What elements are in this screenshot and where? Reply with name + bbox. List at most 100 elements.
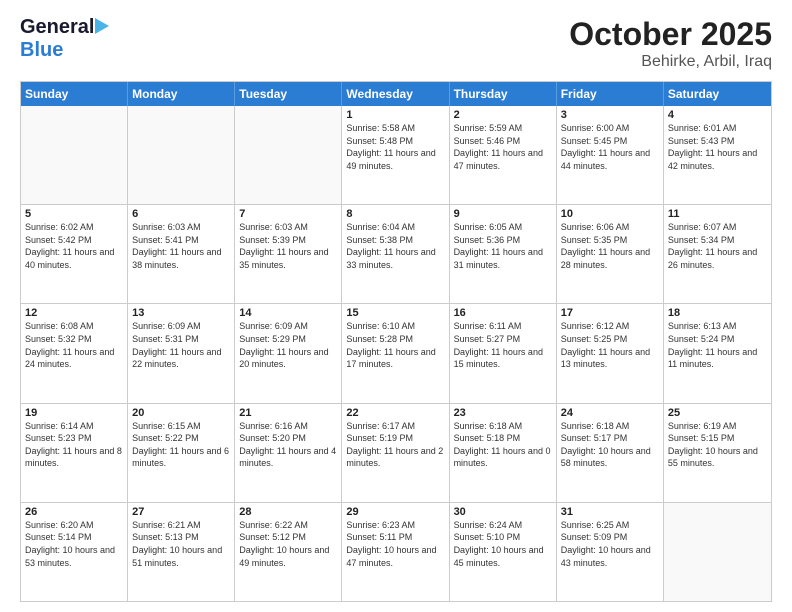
day-info: Sunrise: 6:01 AM Sunset: 5:43 PM Dayligh…	[668, 122, 767, 172]
calendar-week-2: 5Sunrise: 6:02 AM Sunset: 5:42 PM Daylig…	[21, 205, 771, 304]
calendar-cell: 2Sunrise: 5:59 AM Sunset: 5:46 PM Daylig…	[450, 106, 557, 204]
day-number: 12	[25, 307, 123, 319]
calendar-cell: 31Sunrise: 6:25 AM Sunset: 5:09 PM Dayli…	[557, 503, 664, 601]
calendar-cell: 30Sunrise: 6:24 AM Sunset: 5:10 PM Dayli…	[450, 503, 557, 601]
day-number: 21	[239, 407, 337, 419]
header: General Blue October 2025 Behirke, Arbil…	[20, 16, 772, 71]
calendar-cell: 19Sunrise: 6:14 AM Sunset: 5:23 PM Dayli…	[21, 404, 128, 502]
calendar-cell	[21, 106, 128, 204]
day-number: 3	[561, 109, 659, 121]
calendar-cell: 29Sunrise: 6:23 AM Sunset: 5:11 PM Dayli…	[342, 503, 449, 601]
calendar-cell: 28Sunrise: 6:22 AM Sunset: 5:12 PM Dayli…	[235, 503, 342, 601]
calendar-cell: 21Sunrise: 6:16 AM Sunset: 5:20 PM Dayli…	[235, 404, 342, 502]
day-number: 13	[132, 307, 230, 319]
calendar-cell: 6Sunrise: 6:03 AM Sunset: 5:41 PM Daylig…	[128, 205, 235, 303]
calendar-cell: 27Sunrise: 6:21 AM Sunset: 5:13 PM Dayli…	[128, 503, 235, 601]
calendar-week-1: 1Sunrise: 5:58 AM Sunset: 5:48 PM Daylig…	[21, 106, 771, 205]
day-info: Sunrise: 6:09 AM Sunset: 5:29 PM Dayligh…	[239, 320, 337, 370]
calendar-cell: 23Sunrise: 6:18 AM Sunset: 5:18 PM Dayli…	[450, 404, 557, 502]
calendar-week-3: 12Sunrise: 6:08 AM Sunset: 5:32 PM Dayli…	[21, 304, 771, 403]
logo-general-text: General	[20, 16, 94, 39]
day-info: Sunrise: 6:02 AM Sunset: 5:42 PM Dayligh…	[25, 221, 123, 271]
weekday-header-thursday: Thursday	[450, 82, 557, 106]
day-info: Sunrise: 6:05 AM Sunset: 5:36 PM Dayligh…	[454, 221, 552, 271]
day-info: Sunrise: 6:21 AM Sunset: 5:13 PM Dayligh…	[132, 519, 230, 569]
calendar-cell: 1Sunrise: 5:58 AM Sunset: 5:48 PM Daylig…	[342, 106, 449, 204]
day-number: 4	[668, 109, 767, 121]
calendar-cell: 15Sunrise: 6:10 AM Sunset: 5:28 PM Dayli…	[342, 304, 449, 402]
calendar-cell: 11Sunrise: 6:07 AM Sunset: 5:34 PM Dayli…	[664, 205, 771, 303]
day-number: 19	[25, 407, 123, 419]
day-number: 2	[454, 109, 552, 121]
logo-blue-text: Blue	[20, 39, 63, 62]
day-number: 5	[25, 208, 123, 220]
day-number: 31	[561, 506, 659, 518]
weekday-header-tuesday: Tuesday	[235, 82, 342, 106]
calendar-cell: 4Sunrise: 6:01 AM Sunset: 5:43 PM Daylig…	[664, 106, 771, 204]
day-number: 23	[454, 407, 552, 419]
calendar-cell: 10Sunrise: 6:06 AM Sunset: 5:35 PM Dayli…	[557, 205, 664, 303]
day-info: Sunrise: 6:15 AM Sunset: 5:22 PM Dayligh…	[132, 420, 230, 470]
day-number: 27	[132, 506, 230, 518]
day-info: Sunrise: 6:07 AM Sunset: 5:34 PM Dayligh…	[668, 221, 767, 271]
day-number: 8	[346, 208, 444, 220]
day-number: 30	[454, 506, 552, 518]
day-info: Sunrise: 6:14 AM Sunset: 5:23 PM Dayligh…	[25, 420, 123, 470]
day-info: Sunrise: 6:09 AM Sunset: 5:31 PM Dayligh…	[132, 320, 230, 370]
logo-arrow-icon	[95, 18, 109, 34]
day-info: Sunrise: 6:10 AM Sunset: 5:28 PM Dayligh…	[346, 320, 444, 370]
day-number: 17	[561, 307, 659, 319]
calendar-week-5: 26Sunrise: 6:20 AM Sunset: 5:14 PM Dayli…	[21, 503, 771, 601]
day-number: 14	[239, 307, 337, 319]
day-number: 10	[561, 208, 659, 220]
day-number: 6	[132, 208, 230, 220]
weekday-header-friday: Friday	[557, 82, 664, 106]
day-info: Sunrise: 6:24 AM Sunset: 5:10 PM Dayligh…	[454, 519, 552, 569]
calendar-header: SundayMondayTuesdayWednesdayThursdayFrid…	[21, 82, 771, 106]
calendar-body: 1Sunrise: 5:58 AM Sunset: 5:48 PM Daylig…	[21, 106, 771, 601]
day-number: 24	[561, 407, 659, 419]
day-info: Sunrise: 5:58 AM Sunset: 5:48 PM Dayligh…	[346, 122, 444, 172]
day-info: Sunrise: 6:08 AM Sunset: 5:32 PM Dayligh…	[25, 320, 123, 370]
weekday-header-wednesday: Wednesday	[342, 82, 449, 106]
day-info: Sunrise: 6:11 AM Sunset: 5:27 PM Dayligh…	[454, 320, 552, 370]
day-number: 25	[668, 407, 767, 419]
day-info: Sunrise: 6:06 AM Sunset: 5:35 PM Dayligh…	[561, 221, 659, 271]
day-info: Sunrise: 6:16 AM Sunset: 5:20 PM Dayligh…	[239, 420, 337, 470]
day-number: 28	[239, 506, 337, 518]
title-section: October 2025 Behirke, Arbil, Iraq	[569, 16, 772, 71]
day-number: 9	[454, 208, 552, 220]
calendar-cell: 26Sunrise: 6:20 AM Sunset: 5:14 PM Dayli…	[21, 503, 128, 601]
calendar-cell: 14Sunrise: 6:09 AM Sunset: 5:29 PM Dayli…	[235, 304, 342, 402]
location: Behirke, Arbil, Iraq	[569, 53, 772, 71]
calendar-cell: 24Sunrise: 6:18 AM Sunset: 5:17 PM Dayli…	[557, 404, 664, 502]
month-title: October 2025	[569, 16, 772, 53]
weekday-header-sunday: Sunday	[21, 82, 128, 106]
weekday-header-monday: Monday	[128, 82, 235, 106]
day-info: Sunrise: 6:18 AM Sunset: 5:17 PM Dayligh…	[561, 420, 659, 470]
day-number: 1	[346, 109, 444, 121]
day-number: 7	[239, 208, 337, 220]
day-info: Sunrise: 6:17 AM Sunset: 5:19 PM Dayligh…	[346, 420, 444, 470]
day-info: Sunrise: 6:03 AM Sunset: 5:41 PM Dayligh…	[132, 221, 230, 271]
day-info: Sunrise: 6:03 AM Sunset: 5:39 PM Dayligh…	[239, 221, 337, 271]
day-number: 15	[346, 307, 444, 319]
day-number: 22	[346, 407, 444, 419]
day-info: Sunrise: 6:20 AM Sunset: 5:14 PM Dayligh…	[25, 519, 123, 569]
day-info: Sunrise: 6:19 AM Sunset: 5:15 PM Dayligh…	[668, 420, 767, 470]
calendar-cell: 5Sunrise: 6:02 AM Sunset: 5:42 PM Daylig…	[21, 205, 128, 303]
weekday-header-saturday: Saturday	[664, 82, 771, 106]
calendar-week-4: 19Sunrise: 6:14 AM Sunset: 5:23 PM Dayli…	[21, 404, 771, 503]
calendar-cell	[664, 503, 771, 601]
day-info: Sunrise: 6:23 AM Sunset: 5:11 PM Dayligh…	[346, 519, 444, 569]
day-info: Sunrise: 6:22 AM Sunset: 5:12 PM Dayligh…	[239, 519, 337, 569]
day-number: 29	[346, 506, 444, 518]
day-number: 11	[668, 208, 767, 220]
calendar-cell: 17Sunrise: 6:12 AM Sunset: 5:25 PM Dayli…	[557, 304, 664, 402]
calendar-cell: 9Sunrise: 6:05 AM Sunset: 5:36 PM Daylig…	[450, 205, 557, 303]
calendar-cell: 18Sunrise: 6:13 AM Sunset: 5:24 PM Dayli…	[664, 304, 771, 402]
calendar-cell: 22Sunrise: 6:17 AM Sunset: 5:19 PM Dayli…	[342, 404, 449, 502]
calendar-cell: 20Sunrise: 6:15 AM Sunset: 5:22 PM Dayli…	[128, 404, 235, 502]
calendar-cell	[235, 106, 342, 204]
calendar-cell: 8Sunrise: 6:04 AM Sunset: 5:38 PM Daylig…	[342, 205, 449, 303]
